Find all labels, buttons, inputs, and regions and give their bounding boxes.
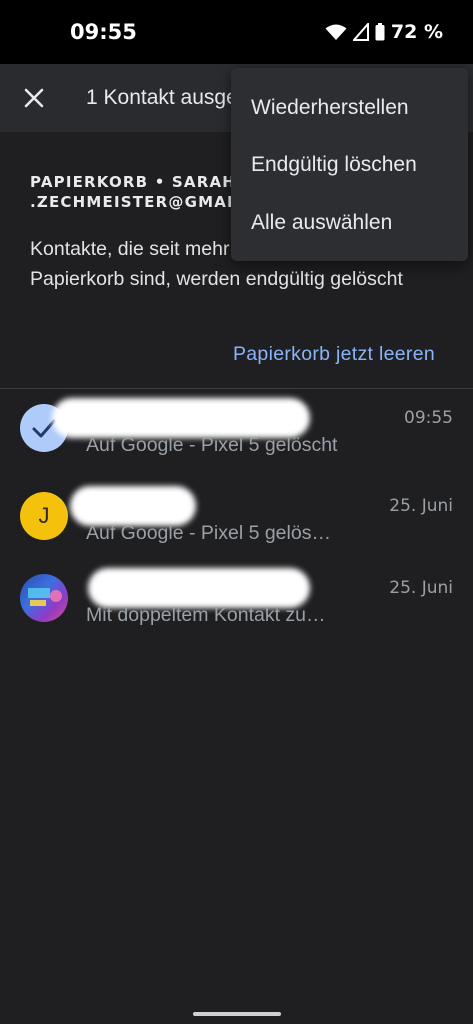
contact-name-redacted: [70, 486, 196, 526]
contact-subtitle: Mit doppeltem Kontakt zu…: [86, 604, 326, 626]
contact-date: 09:55: [404, 408, 453, 428]
contact-subtitle: Auf Google - Pixel 5 gelös…: [86, 522, 331, 544]
menu-item-restore[interactable]: Wiederherstellen: [251, 96, 409, 120]
contact-name-redacted: [52, 398, 310, 438]
divider: [0, 388, 473, 389]
battery-icon: [375, 23, 385, 41]
battery-percent: 72 %: [390, 21, 443, 43]
status-time: 09:55: [70, 20, 137, 44]
signal-icon: [352, 23, 369, 41]
photo-icon: [28, 588, 62, 606]
contact-row[interactable]: Auf Google - Pixel 5 gelöscht 09:55: [0, 390, 473, 470]
avatar: J: [20, 492, 68, 540]
contact-row[interactable]: J Auf Google - Pixel 5 gelös… 25. Juni: [0, 478, 473, 558]
trash-header-line2: .ZECHMEISTER@GMAIL: [30, 193, 245, 211]
contact-date: 25. Juni: [389, 496, 453, 516]
avatar-photo: [20, 574, 68, 622]
home-indicator[interactable]: [193, 1012, 281, 1016]
contact-name-redacted: [88, 568, 310, 608]
status-icons: 72 %: [325, 21, 443, 43]
contact-subtitle: Auf Google - Pixel 5 gelöscht: [86, 434, 338, 456]
menu-item-delete-forever[interactable]: Endgültig löschen: [251, 153, 417, 177]
wifi-icon: [325, 24, 347, 40]
empty-trash-button[interactable]: Papierkorb jetzt leeren: [233, 343, 435, 366]
status-bar: 09:55 72 %: [0, 0, 473, 64]
contact-date: 25. Juni: [389, 578, 453, 598]
overflow-menu: Wiederherstellen Endgültig löschen Alle …: [231, 68, 468, 261]
close-icon[interactable]: [18, 82, 50, 114]
trash-account-header: PAPIERKORB • SARAH.M .ZECHMEISTER@GMAIL: [30, 172, 259, 212]
trash-header-line1: PAPIERKORB • SARAH.M: [30, 173, 260, 191]
contact-row[interactable]: Mit doppeltem Kontakt zu… 25. Juni: [0, 560, 473, 640]
menu-item-select-all[interactable]: Alle auswählen: [251, 211, 392, 235]
